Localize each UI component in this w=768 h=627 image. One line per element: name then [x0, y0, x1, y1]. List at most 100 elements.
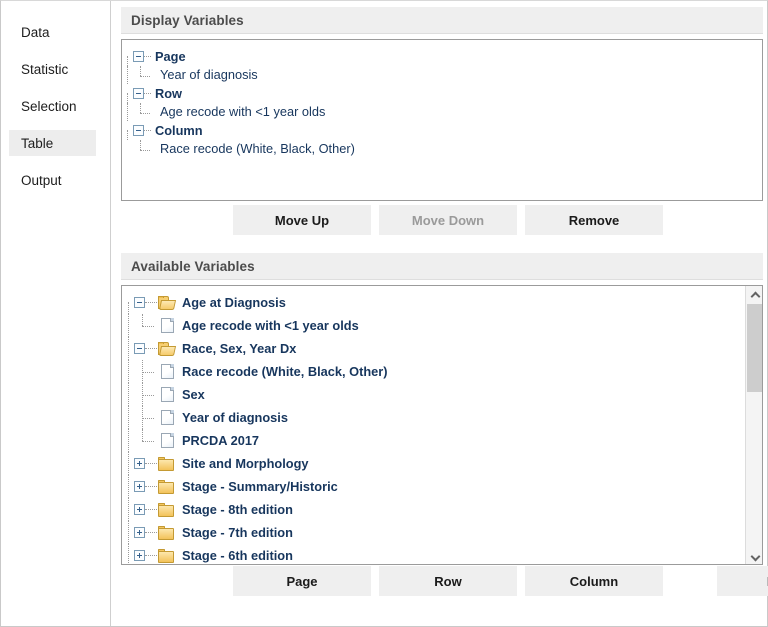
tree-node-label: Sex: [176, 387, 205, 402]
tree-node-label: Race recode (White, Black, Other): [176, 364, 388, 379]
chevron-up-icon: [751, 291, 759, 299]
tree-node-race-recode[interactable]: Race recode (White, Black, Other): [122, 360, 762, 383]
folder-closed-icon: [158, 549, 174, 563]
tree-node-row[interactable]: Row: [122, 84, 762, 103]
table-setup-window: Data Statistic Selection Table Output Di…: [0, 0, 768, 627]
tree-node-label: Race, Sex, Year Dx: [176, 341, 296, 356]
row-button[interactable]: Row: [379, 566, 517, 596]
page-button[interactable]: Page: [233, 566, 371, 596]
find-button[interactable]: Find...: [717, 566, 768, 596]
expander-plus-icon[interactable]: [134, 550, 145, 561]
tree-node-prcda-2017[interactable]: PRCDA 2017: [122, 429, 762, 452]
chevron-down-icon: [751, 552, 759, 560]
expander-minus-icon[interactable]: [133, 125, 144, 136]
display-variables-header: Display Variables: [121, 7, 763, 34]
tree-node-label: Column: [151, 123, 203, 138]
indent: [134, 314, 159, 337]
expander-plus-icon[interactable]: [134, 504, 145, 515]
tree-node-label: Stage - 6th edition: [175, 548, 293, 563]
tree-node-site-and-morphology[interactable]: Site and Morphology: [122, 452, 762, 475]
indent: [122, 291, 134, 314]
scroll-up-button[interactable]: [746, 286, 763, 303]
folder-closed-icon: [158, 526, 174, 540]
tree-node-label: PRCDA 2017: [176, 433, 259, 448]
folder-open-icon: [158, 296, 175, 310]
scroll-down-button[interactable]: [746, 547, 763, 564]
sidebar-item-label: Output: [21, 173, 62, 188]
indent: [122, 66, 133, 85]
tree-guide: [145, 348, 157, 349]
sidebar-item-table[interactable]: Table: [9, 130, 96, 156]
button-label: Row: [434, 574, 461, 589]
sidebar-nav: Data Statistic Selection Table Output: [1, 1, 111, 626]
document-icon: [161, 410, 174, 425]
tree-scrollbar[interactable]: [745, 286, 762, 564]
button-label: Move Down: [412, 213, 484, 228]
tree-node-race-sex-year-dx[interactable]: Race, Sex, Year Dx: [122, 337, 762, 360]
sidebar-item-statistic[interactable]: Statistic: [9, 56, 96, 82]
indent: [134, 429, 159, 452]
scrollbar-thumb[interactable]: [747, 304, 762, 392]
indent: [122, 521, 134, 544]
expander-minus-icon[interactable]: [134, 297, 145, 308]
button-label: Column: [570, 574, 618, 589]
tree-node-year-of-diagnosis[interactable]: Year of diagnosis: [122, 66, 762, 85]
tree-node-column[interactable]: Column: [122, 121, 762, 140]
sidebar-item-label: Table: [21, 136, 53, 151]
indent: [133, 140, 158, 159]
expander-plus-icon[interactable]: [134, 527, 145, 538]
move-up-button[interactable]: Move Up: [233, 205, 371, 235]
tree-node-age-recode[interactable]: Age recode with <1 year olds: [122, 314, 762, 337]
document-icon: [161, 364, 174, 379]
tree-node-label: Age recode with <1 year olds: [158, 104, 325, 119]
expander-plus-icon[interactable]: [134, 458, 145, 469]
tree-node-stage-8th-edition[interactable]: Stage - 8th edition: [122, 498, 762, 521]
document-icon: [161, 318, 174, 333]
sidebar-item-label: Selection: [21, 99, 77, 114]
tree-node-stage-summary-historic[interactable]: Stage - Summary/Historic: [122, 475, 762, 498]
available-variables-title: Available Variables: [131, 259, 255, 274]
folder-open-icon: [158, 342, 175, 356]
display-variables-group: Display Variables Page: [121, 7, 763, 207]
available-variables-header: Available Variables: [121, 253, 763, 280]
tree-node-label: Stage - 7th edition: [175, 525, 293, 540]
tree-guide: [144, 56, 151, 57]
move-down-button[interactable]: Move Down: [379, 205, 517, 235]
expander-minus-icon[interactable]: [134, 343, 145, 354]
tree-guide: [145, 555, 157, 556]
sidebar-item-label: Data: [21, 25, 50, 40]
indent: [122, 544, 134, 565]
content-area: Display Variables Page: [111, 1, 767, 626]
expander-minus-icon[interactable]: [133, 51, 144, 62]
expander-plus-icon[interactable]: [134, 481, 145, 492]
tree-node-age-at-diagnosis[interactable]: Age at Diagnosis: [122, 291, 762, 314]
indent: [122, 314, 134, 337]
expander-minus-icon[interactable]: [133, 88, 144, 99]
sidebar-item-data[interactable]: Data: [9, 19, 96, 45]
tree-guide: [145, 509, 157, 510]
sidebar-item-output[interactable]: Output: [9, 167, 96, 193]
tree-node-label: Stage - Summary/Historic: [175, 479, 338, 494]
indent: [122, 383, 134, 406]
tree-node-stage-7th-edition[interactable]: Stage - 7th edition: [122, 521, 762, 544]
indent: [122, 475, 134, 498]
indent: [122, 452, 134, 475]
display-variables-tree[interactable]: Page Year of diagnosis: [121, 39, 763, 201]
column-button[interactable]: Column: [525, 566, 663, 596]
tree-node-label: Age at Diagnosis: [176, 295, 286, 310]
tree-node-label: Stage - 8th edition: [175, 502, 293, 517]
available-variables-tree[interactable]: Age at Diagnosis: [121, 285, 763, 565]
tree-node-sex[interactable]: Sex: [122, 383, 762, 406]
tree-node-page[interactable]: Page: [122, 47, 762, 66]
sidebar-item-selection[interactable]: Selection: [9, 93, 96, 119]
tree-node-stage-6th-edition[interactable]: Stage - 6th edition: [122, 544, 762, 565]
tree-guide: [145, 463, 157, 464]
indent: [133, 66, 158, 85]
tree-node-age-recode[interactable]: Age recode with <1 year olds: [122, 103, 762, 122]
remove-button[interactable]: Remove: [525, 205, 663, 235]
tree-node-year-of-diagnosis[interactable]: Year of diagnosis: [122, 406, 762, 429]
indent: [122, 360, 134, 383]
tree-node-race-recode[interactable]: Race recode (White, Black, Other): [122, 140, 762, 159]
indent: [122, 498, 134, 521]
indent: [134, 383, 159, 406]
